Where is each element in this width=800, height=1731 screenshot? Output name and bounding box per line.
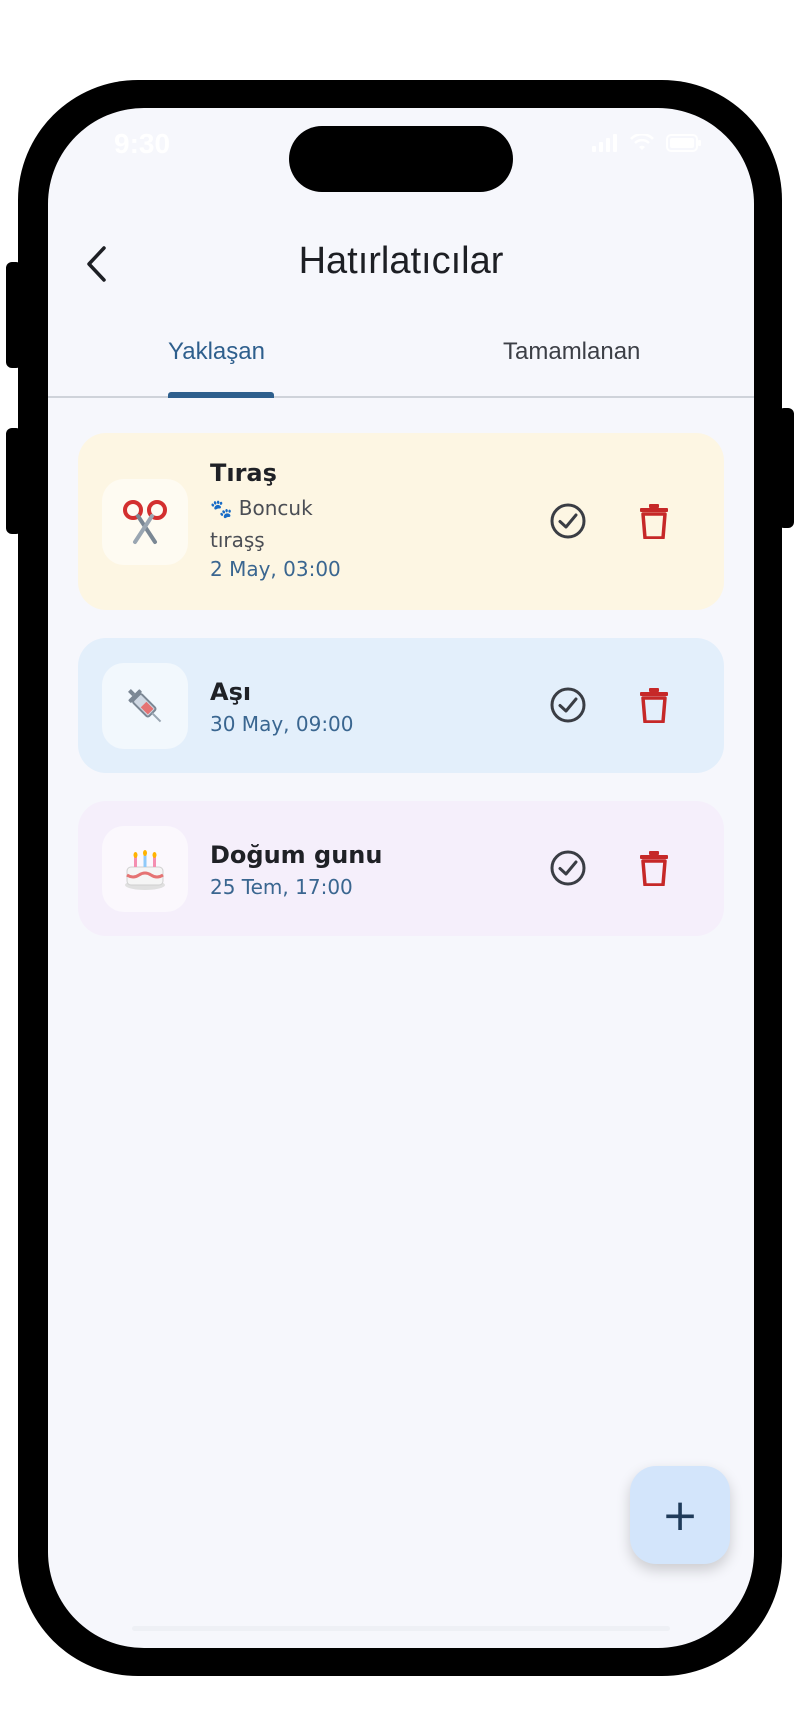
reminder-datetime: 30 May, 09:00 — [210, 712, 354, 736]
reminder-card[interactable]: Tıraş 🐾 Boncuk tıraşş 2 May, 03:00 — [78, 433, 724, 610]
reminder-text: Tıraş 🐾 Boncuk tıraşş 2 May, 03:00 — [210, 459, 341, 581]
status-time: 9:30 — [114, 128, 171, 159]
tab-bar: Yaklaşan Tamamlanan — [48, 326, 754, 398]
tab-upcoming[interactable]: Yaklaşan — [168, 338, 265, 366]
app-header: Hatırlatıcılar — [48, 228, 754, 308]
delete-button[interactable] — [632, 846, 676, 890]
reminder-title: Doğum gunu — [210, 841, 383, 869]
reminder-card[interactable]: Doğum gunu 25 Tem, 17:00 — [78, 801, 724, 936]
reminder-title: Tıraş — [210, 459, 277, 487]
tab-completed[interactable]: Tamamlanan — [503, 338, 640, 366]
reminder-note: tıraşş — [210, 528, 265, 552]
app-screen: 9:30 Hatırlatıcılar Yaklaşan Tamamlanan … — [48, 108, 754, 1648]
trash-icon — [640, 851, 668, 886]
check-circle-icon — [550, 687, 586, 723]
complete-button[interactable] — [546, 846, 590, 890]
reminder-title: Aşı — [210, 678, 252, 706]
home-indicator[interactable] — [132, 1626, 670, 1631]
check-circle-icon — [550, 503, 586, 539]
paw-icon: 🐾 — [210, 499, 233, 520]
cake-icon — [102, 826, 188, 912]
reminder-pet: 🐾 Boncuk — [210, 493, 341, 525]
reminder-datetime: 2 May, 03:00 — [210, 557, 341, 581]
complete-button[interactable] — [546, 499, 590, 543]
reminder-card[interactable]: Aşı 30 May, 09:00 — [78, 638, 724, 773]
check-circle-icon — [550, 850, 586, 886]
wifi-icon — [630, 134, 654, 150]
reminder-text: Aşı 30 May, 09:00 — [210, 678, 354, 736]
dynamic-island — [289, 126, 513, 192]
delete-button[interactable] — [632, 499, 676, 543]
complete-button[interactable] — [546, 683, 590, 727]
status-icons — [592, 134, 702, 152]
reminder-datetime: 25 Tem, 17:00 — [210, 875, 353, 899]
scissors-icon — [102, 479, 188, 565]
battery-icon — [666, 134, 701, 152]
page-title: Hatırlatıcılar — [298, 240, 504, 282]
syringe-icon — [102, 663, 188, 749]
reminder-text: Doğum gunu 25 Tem, 17:00 — [210, 841, 382, 899]
pet-name: Boncuk — [238, 496, 313, 520]
delete-button[interactable] — [632, 683, 676, 727]
trash-icon — [640, 504, 668, 539]
trash-icon — [640, 688, 668, 723]
active-tab-indicator — [168, 392, 274, 398]
add-reminder-button[interactable]: + — [630, 1466, 730, 1564]
signal-icon — [592, 134, 617, 152]
